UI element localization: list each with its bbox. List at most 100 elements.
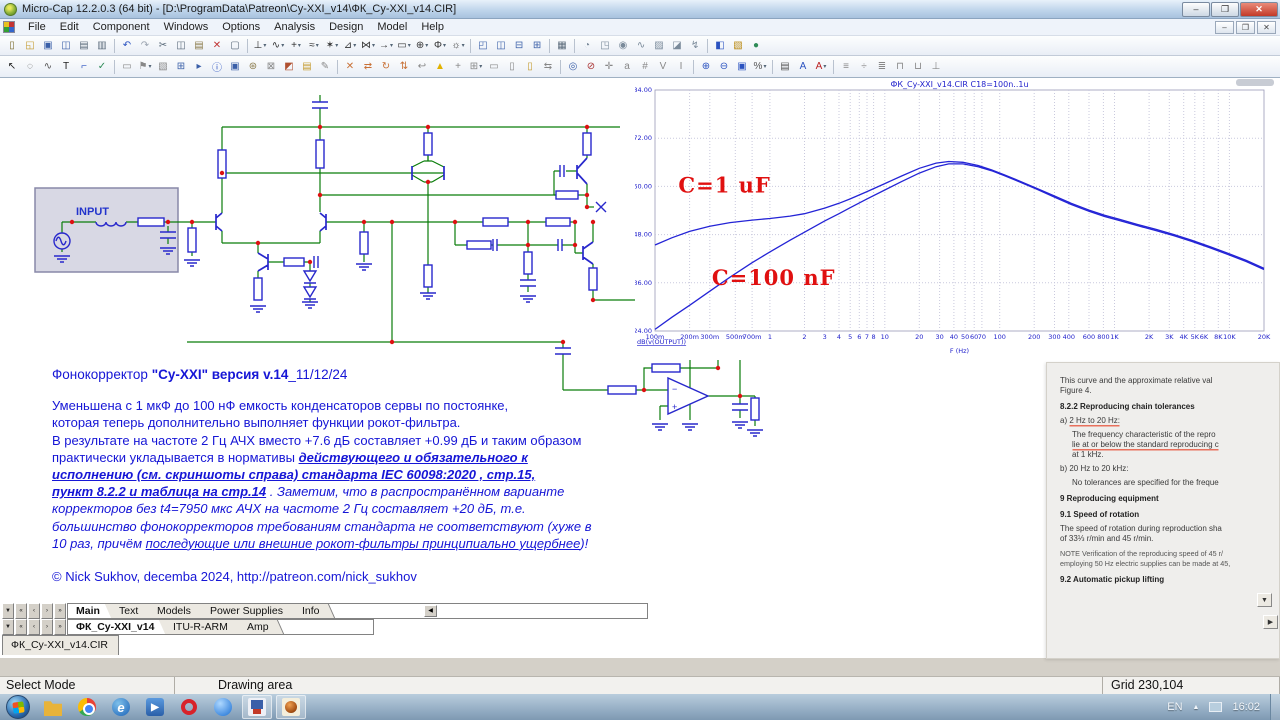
lamp-palette-icon[interactable]: ☼▾: [450, 38, 466, 54]
taskbar-browser-icon[interactable]: [208, 695, 238, 719]
select-mode-tool-icon[interactable]: ↖: [4, 59, 20, 75]
taskbar-microcap-icon[interactable]: [276, 695, 306, 719]
menu-file[interactable]: File: [21, 20, 53, 34]
analysis-window-icon[interactable]: ◧: [712, 38, 728, 54]
rotate-icon[interactable]: ↻: [378, 59, 394, 75]
web-globe-icon[interactable]: ●: [748, 38, 764, 54]
menu-help[interactable]: Help: [414, 20, 451, 34]
tile-vertical-icon[interactable]: ◫: [493, 38, 509, 54]
node-numbers-icon[interactable]: #: [637, 59, 653, 75]
noise-palette-icon[interactable]: ≈▾: [306, 38, 322, 54]
language-indicator[interactable]: EN: [1167, 701, 1182, 713]
network-icon[interactable]: [1209, 702, 1222, 712]
tab-nav-menu[interactable]: ▼: [2, 603, 14, 619]
macro-palette-icon[interactable]: ▭▾: [396, 38, 412, 54]
delete-icon[interactable]: ✕: [209, 38, 225, 54]
cut-icon[interactable]: ✂: [155, 38, 171, 54]
taskbar-floppy-icon[interactable]: [242, 695, 272, 719]
clean-window-icon[interactable]: ◪: [669, 38, 685, 54]
fet-palette-icon[interactable]: ⋈▾: [360, 38, 376, 54]
taskbar-opera-icon[interactable]: [174, 695, 204, 719]
restore-button[interactable]: ❐: [1211, 2, 1239, 17]
print-icon[interactable]: ▥: [94, 38, 110, 54]
star-palette-icon[interactable]: ✶▾: [324, 38, 340, 54]
new-file-icon[interactable]: ▯: [4, 38, 20, 54]
align-bottom-icon[interactable]: ⊥: [928, 59, 944, 75]
menu-component[interactable]: Component: [86, 20, 157, 34]
bjt-palette-icon[interactable]: ⊿▾: [342, 38, 358, 54]
minimize-button[interactable]: ‒: [1182, 2, 1210, 17]
graphics-mode-icon[interactable]: ✓: [94, 59, 110, 75]
menu-edit[interactable]: Edit: [53, 20, 86, 34]
menu-windows[interactable]: Windows: [157, 20, 216, 34]
tab-amp[interactable]: Amp: [233, 620, 284, 634]
tab-nav-menu[interactable]: ▼: [2, 619, 14, 635]
file-tab[interactable]: ФК_Cy-XXI_v14.CIR: [2, 635, 119, 655]
mirror-x-icon[interactable]: ⇄: [360, 59, 376, 75]
data-window-icon[interactable]: ▨: [651, 38, 667, 54]
tab-nav-prev[interactable]: ‹: [28, 619, 40, 635]
menu-design[interactable]: Design: [322, 20, 370, 34]
arrow-palette-icon[interactable]: →▾: [378, 38, 394, 54]
align-middle-icon[interactable]: ⊔: [910, 59, 926, 75]
calculator-icon[interactable]: ▦: [554, 38, 570, 54]
text-mode-icon[interactable]: T: [58, 59, 74, 75]
find-component-icon[interactable]: ✕: [342, 59, 358, 75]
input-source-box[interactable]: [35, 188, 178, 272]
flip-y-icon[interactable]: ⇅: [396, 59, 412, 75]
zoom-out-icon[interactable]: ⊖: [716, 59, 732, 75]
tab-scroll-back-button[interactable]: ◀: [424, 605, 437, 617]
crosshair-icon[interactable]: +: [450, 59, 466, 75]
mode-stop-icon[interactable]: ⊘: [583, 59, 599, 75]
check-tool-icon[interactable]: ⊠: [263, 59, 279, 75]
tab-nav-first[interactable]: «: [15, 603, 27, 619]
taskbar-app-icon[interactable]: ▶: [140, 695, 170, 719]
zoom-scale-icon[interactable]: %▾: [752, 59, 768, 75]
menu-model[interactable]: Model: [370, 20, 414, 34]
redo-icon[interactable]: ↷: [137, 38, 153, 54]
child-restore-button[interactable]: ❐: [1236, 21, 1255, 34]
zoom-in-icon[interactable]: ⊕: [698, 59, 714, 75]
pan-tool-icon[interactable]: ✛: [601, 59, 617, 75]
drawing-area[interactable]: INPUT −+ 100m200m300m500m700m12345678102…: [0, 78, 1280, 658]
watch-window-icon[interactable]: ◔: [579, 38, 595, 54]
align-center-icon[interactable]: ÷: [856, 59, 872, 75]
plot-scrollbar-thumb[interactable]: [1236, 79, 1274, 86]
align-top-icon[interactable]: ⊓: [892, 59, 908, 75]
tab-info[interactable]: Info: [288, 604, 335, 618]
select-all-icon[interactable]: ▢: [227, 38, 243, 54]
align-left-icon[interactable]: ≡: [838, 59, 854, 75]
model-gear-icon[interactable]: ▧: [730, 38, 746, 54]
close-button[interactable]: ✕: [1240, 2, 1278, 17]
step-box-icon[interactable]: ↩: [414, 59, 430, 75]
font-color-icon[interactable]: A▾: [813, 59, 829, 75]
cascade-windows-icon[interactable]: ◰: [475, 38, 491, 54]
child-minimize-button[interactable]: ‒: [1215, 21, 1234, 34]
copy-icon[interactable]: ◫: [173, 38, 189, 54]
table-tool-icon[interactable]: ⊞: [173, 59, 189, 75]
part-palette-icon[interactable]: +▾: [288, 38, 304, 54]
info-tool-icon[interactable]: ⓘ: [209, 59, 225, 75]
tab-nav-next[interactable]: ›: [41, 603, 53, 619]
tab-фк_cy-xxi_v14[interactable]: ФК_Cy-XXI_v14: [67, 620, 170, 634]
scope-window-icon[interactable]: ◳: [597, 38, 613, 54]
grid-toggle-icon[interactable]: ⊞▾: [468, 59, 484, 75]
probe-window-icon[interactable]: ◉: [615, 38, 631, 54]
tab-nav-next[interactable]: ›: [41, 619, 53, 635]
tab-nav-prev[interactable]: ‹: [28, 603, 40, 619]
warning-box-icon[interactable]: ▲: [432, 59, 448, 75]
open-file-icon[interactable]: ◱: [22, 38, 38, 54]
child-close-button[interactable]: ✕: [1257, 21, 1276, 34]
tab-itu-r-arm[interactable]: ITU-R-ARM: [159, 620, 243, 634]
align-right-icon[interactable]: ≣: [874, 59, 890, 75]
edit-tool-icon[interactable]: ✎: [317, 59, 333, 75]
bus-tool-icon[interactable]: ▭: [119, 59, 135, 75]
component-mode-icon[interactable]: ◌: [22, 59, 38, 75]
link-tool-icon[interactable]: ⊛: [245, 59, 261, 75]
tab-nav-last[interactable]: »: [54, 619, 66, 635]
split-window-icon[interactable]: ⊞: [529, 38, 545, 54]
fly-probe-icon[interactable]: ▸: [191, 59, 207, 75]
tile-horizontal-icon[interactable]: ⊟: [511, 38, 527, 54]
taskbar-explorer-icon[interactable]: [38, 695, 68, 719]
title-block-icon[interactable]: ▯: [504, 59, 520, 75]
